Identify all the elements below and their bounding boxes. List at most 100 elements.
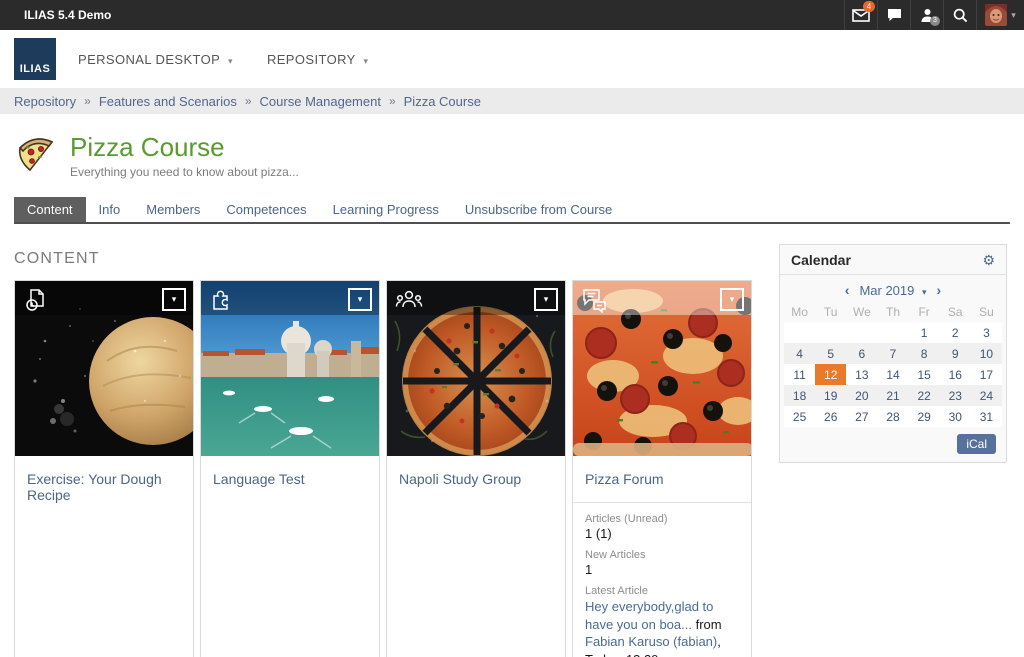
breadcrumb-item[interactable]: Features and Scenarios [99,94,237,109]
content-section-heading: CONTENT [14,250,758,268]
card-forum: ▾ Pizza Forum Articles (Unread) 1 (1) Ne… [572,280,752,657]
calendar-day[interactable]: 23 [940,385,971,406]
user-menu-button[interactable]: ▾ [976,0,1024,30]
calendar-day [877,322,908,343]
ilias-logo[interactable]: ILIAS [14,38,56,80]
mail-button[interactable]: 4 [844,0,877,30]
gear-icon[interactable]: ⚙ [982,253,995,267]
page-subtitle: Everything you need to know about pizza.… [70,165,299,179]
calendar-day[interactable]: 27 [846,406,877,427]
nav-repository[interactable]: REPOSITORY ▾ [267,52,368,67]
calendar-title: Calendar [791,252,851,268]
calendar-day[interactable]: 26 [815,406,846,427]
calendar-day [815,322,846,343]
page-title-block: Pizza Course Everything you need to know… [0,114,1024,181]
breadcrumb-separator: » [389,94,396,108]
calendar-day[interactable]: 1 [909,322,940,343]
chevron-down-icon: ▾ [228,56,233,66]
calendar-day[interactable]: 18 [784,385,815,406]
calendar-day [784,322,815,343]
calendar-next-button[interactable]: › [937,282,942,298]
card-image-dough[interactable]: ▾ [15,281,193,456]
chevron-down-icon: ▾ [730,294,735,305]
card-actions-dropdown[interactable]: ▾ [348,288,372,311]
breadcrumb-item[interactable]: Course Management [260,94,381,109]
tab-members[interactable]: Members [133,197,213,222]
new-articles-value: 1 [585,562,739,577]
calendar-day[interactable]: 16 [940,364,971,385]
card-title-link[interactable]: Language Test [201,456,379,502]
breadcrumb-item[interactable]: Repository [14,94,76,109]
breadcrumb-separator: » [84,94,91,108]
calendar-day[interactable]: 19 [815,385,846,406]
chevron-down-icon: ▾ [172,294,177,305]
search-button[interactable] [943,0,976,30]
calendar-day[interactable]: 11 [784,364,815,385]
new-articles-label: New Articles [585,549,739,561]
latest-article: Hey everybody,glad to have you on boa...… [585,598,739,657]
calendar-day[interactable]: 24 [971,385,1002,406]
tab-competences[interactable]: Competences [213,197,319,222]
calendar-day[interactable]: 25 [784,406,815,427]
forum-icon [581,287,609,318]
calendar-day[interactable]: 10 [971,343,1002,364]
chevron-down-icon: ▾ [922,287,927,297]
calendar-day[interactable]: 3 [971,322,1002,343]
calendar-day[interactable]: 21 [877,385,908,406]
search-icon [953,8,968,23]
calendar-day[interactable]: 12 [815,364,846,385]
test-icon [209,287,235,318]
calendar-day[interactable]: 8 [909,343,940,364]
calendar-day[interactable]: 22 [909,385,940,406]
main-nav: PERSONAL DESKTOP ▾ REPOSITORY ▾ [78,52,368,67]
ical-button[interactable]: iCal [957,434,996,454]
calendar-day[interactable]: 15 [909,364,940,385]
chat-button[interactable] [877,0,910,30]
calendar-day[interactable]: 4 [784,343,815,364]
calendar-weekday: Th [877,302,908,322]
card-image-pizza-closeup[interactable]: ▾ [573,281,751,456]
card-image-sliced-pizza[interactable]: ▾ [387,281,565,456]
calendar-day[interactable]: 28 [877,406,908,427]
tab-unsubscribe[interactable]: Unsubscribe from Course [452,197,625,222]
author-link[interactable]: Fabian Karuso (fabian) [585,634,717,649]
card-title-link[interactable]: Napoli Study Group [387,456,565,502]
tab-info[interactable]: Info [86,197,134,222]
card-test: ▾ Language Test [200,280,380,657]
card-image-venice[interactable]: ▾ [201,281,379,456]
calendar-day[interactable]: 17 [971,364,1002,385]
top-bar: ILIAS 5.4 Demo 4 3 [0,0,1024,30]
card-actions-dropdown[interactable]: ▾ [720,288,744,311]
calendar-day[interactable]: 9 [940,343,971,364]
calendar-day[interactable]: 5 [815,343,846,364]
chat-icon [887,8,902,22]
contacts-button[interactable]: 3 [910,0,943,30]
calendar-day[interactable]: 20 [846,385,877,406]
calendar-day[interactable]: 31 [971,406,1002,427]
calendar-prev-button[interactable]: ‹ [845,282,850,298]
calendar-day[interactable]: 13 [846,364,877,385]
breadcrumb-item[interactable]: Pizza Course [404,94,481,109]
tab-content[interactable]: Content [14,197,86,222]
calendar-widget: Calendar ⚙ ‹ Mar 2019 ▾ › MoTuWeThFrSaSu… [779,244,1007,463]
calendar-day[interactable]: 7 [877,343,908,364]
calendar-day[interactable]: 30 [940,406,971,427]
calendar-day[interactable]: 14 [877,364,908,385]
header: ILIAS PERSONAL DESKTOP ▾ REPOSITORY ▾ [0,30,1024,88]
mail-badge: 4 [863,1,875,12]
card-exercise: ▾ Exercise: Your Dough Recipe [14,280,194,657]
card-actions-dropdown[interactable]: ▾ [162,288,186,311]
calendar-weekday: Fr [909,302,940,322]
app-title: ILIAS 5.4 Demo [0,8,111,22]
card-title-link[interactable]: Pizza Forum [573,456,751,502]
calendar-day[interactable]: 2 [940,322,971,343]
card-title-link[interactable]: Exercise: Your Dough Recipe [15,456,193,518]
tab-bar: Content Info Members Competences Learnin… [14,197,1010,224]
calendar-day[interactable]: 29 [909,406,940,427]
card-actions-dropdown[interactable]: ▾ [534,288,558,311]
tab-learning-progress[interactable]: Learning Progress [320,197,452,222]
nav-personal-desktop[interactable]: PERSONAL DESKTOP ▾ [78,52,233,67]
calendar-day[interactable]: 6 [846,343,877,364]
calendar-month-select[interactable]: Mar 2019 ▾ [859,283,926,298]
calendar-grid: MoTuWeThFrSaSu12345678910111213141516171… [780,302,1006,427]
